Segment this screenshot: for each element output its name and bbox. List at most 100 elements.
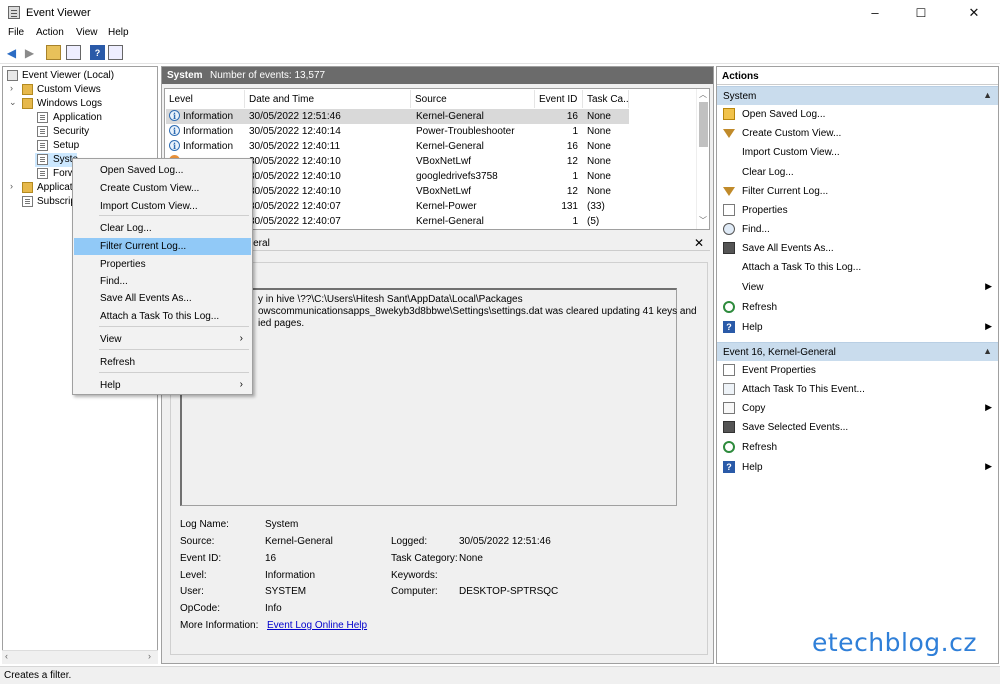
- action-label: Properties: [742, 205, 788, 216]
- action-create-custom-view[interactable]: Create Custom View...: [717, 124, 998, 143]
- tree-item-setup[interactable]: Setup: [53, 140, 79, 151]
- action-copy[interactable]: Copy ▶: [717, 399, 998, 418]
- context-menu-item[interactable]: Import Custom View...: [74, 198, 251, 215]
- status-text: Creates a filter.: [4, 670, 72, 681]
- action-save-selected-events[interactable]: Save Selected Events...: [717, 418, 998, 437]
- attach-task-icon: [723, 383, 735, 395]
- column-date-time[interactable]: Date and Time: [245, 90, 411, 108]
- scroll-up-icon[interactable]: ︿: [699, 89, 707, 100]
- tree-item-security[interactable]: Security: [53, 126, 89, 137]
- action-label: Event Properties: [742, 365, 816, 376]
- keywords-label: Keywords:: [391, 570, 438, 581]
- actions-section-system[interactable]: System ▲: [717, 86, 998, 105]
- action-refresh[interactable]: Refresh: [717, 298, 998, 317]
- help-icon[interactable]: ?: [90, 45, 105, 60]
- scroll-left-icon[interactable]: ‹: [5, 651, 8, 661]
- action-properties[interactable]: Properties: [717, 201, 998, 220]
- expand-arrow-icon[interactable]: ›: [10, 83, 13, 93]
- action-refresh[interactable]: Refresh: [717, 438, 998, 457]
- context-menu-item[interactable]: Attach a Task To this Log...: [74, 308, 251, 325]
- context-menu-item[interactable]: Create Custom View...: [74, 180, 251, 197]
- column-task-category[interactable]: Task Ca...: [583, 90, 629, 108]
- back-arrow-icon[interactable]: ◀: [4, 45, 19, 60]
- action-help[interactable]: ? Help ▶: [717, 458, 998, 477]
- action-event-properties[interactable]: Event Properties: [717, 361, 998, 380]
- scroll-right-icon[interactable]: ›: [148, 651, 151, 661]
- action-label: Import Custom View...: [742, 147, 840, 158]
- events-vertical-scrollbar[interactable]: ︿ ﹀: [696, 89, 709, 229]
- context-menu-item[interactable]: Clear Log...: [74, 220, 251, 237]
- tree-item-windows-logs[interactable]: Windows Logs: [37, 98, 102, 109]
- cell-source: Kernel-General: [416, 141, 484, 152]
- minimize-button[interactable]: –: [852, 0, 898, 25]
- action-open-saved-log[interactable]: Open Saved Log...: [717, 105, 998, 124]
- context-menu-item[interactable]: View ›: [74, 331, 251, 348]
- context-menu-item[interactable]: Save All Events As...: [74, 290, 251, 307]
- action-help[interactable]: ? Help ▶: [717, 318, 998, 337]
- subscriptions-icon: [22, 196, 33, 207]
- column-source[interactable]: Source: [411, 90, 535, 108]
- menu-view[interactable]: View: [76, 27, 98, 38]
- menu-file[interactable]: File: [8, 27, 24, 38]
- menu-help[interactable]: Help: [108, 27, 129, 38]
- event-log-online-help-link[interactable]: Event Log Online Help: [267, 620, 367, 631]
- collapse-arrow-icon[interactable]: ⌄: [9, 97, 17, 108]
- context-menu-item[interactable]: Help ›: [74, 377, 251, 394]
- submenu-arrow-icon: ›: [239, 333, 243, 344]
- action-view[interactable]: View ▶: [717, 278, 998, 297]
- action-label: Clear Log...: [742, 167, 794, 178]
- tree-item-application[interactable]: Application: [53, 112, 102, 123]
- table-row[interactable]: i Information 30/05/2022 12:40:14 Power-Tro…: [166, 124, 629, 139]
- context-menu-item[interactable]: Properties: [74, 256, 251, 273]
- expand-arrow-icon[interactable]: ›: [10, 181, 13, 191]
- context-menu-label: Filter Current Log...: [100, 241, 187, 252]
- scroll-down-icon[interactable]: ﹀: [699, 215, 707, 226]
- log-icon: [37, 126, 48, 137]
- show-hide-tree-icon[interactable]: [66, 45, 81, 60]
- context-menu-item[interactable]: Open Saved Log...: [74, 162, 251, 179]
- cell-task-category: None: [587, 141, 611, 152]
- show-action-pane-icon[interactable]: [108, 45, 123, 60]
- tree-item-apps-services[interactable]: Applicati: [37, 182, 75, 193]
- actions-section-event[interactable]: Event 16, Kernel-General ▲: [717, 342, 998, 361]
- tree-item-custom-views[interactable]: Custom Views: [37, 84, 101, 95]
- description-line: y in hive \??\C:\Users\Hitesh Sant\AppDa…: [258, 294, 523, 305]
- column-level[interactable]: Level: [165, 90, 245, 108]
- context-menu-item[interactable]: Filter Current Log...: [74, 238, 251, 255]
- action-attach-a-task-to-this-log[interactable]: Attach a Task To this Log...: [717, 258, 998, 277]
- menu-action[interactable]: Action: [36, 27, 64, 38]
- maximize-button[interactable]: ☐: [898, 0, 944, 25]
- action-import-custom-view[interactable]: Import Custom View...: [717, 143, 998, 162]
- event-id-label: Event ID:: [180, 553, 222, 564]
- tree-horizontal-scrollbar[interactable]: ‹ ›: [2, 650, 158, 664]
- close-button[interactable]: ✕: [951, 0, 997, 25]
- action-find[interactable]: Find...: [717, 220, 998, 239]
- table-row[interactable]: i Information 30/05/2022 12:40:11 Kernel-Ge…: [166, 139, 629, 154]
- scroll-thumb[interactable]: [699, 102, 708, 147]
- collapse-caret-icon[interactable]: ▲: [983, 90, 992, 100]
- event-viewer-app-icon: [8, 6, 20, 19]
- detail-close-icon[interactable]: ✕: [694, 236, 704, 250]
- action-save-all-events-as[interactable]: Save All Events As...: [717, 239, 998, 258]
- context-menu-item[interactable]: Refresh: [74, 354, 251, 371]
- computer-label: Computer:: [391, 586, 438, 597]
- cell-event-id: 12: [566, 156, 578, 167]
- section-title: System: [723, 91, 757, 102]
- description-line: ied pages.: [258, 318, 305, 329]
- action-attach-task-to-this-event[interactable]: Attach Task To This Event...: [717, 380, 998, 399]
- tree-item-root[interactable]: Event Viewer (Local): [22, 70, 114, 81]
- forward-arrow-icon[interactable]: ▶: [22, 45, 37, 60]
- folder-icon: [22, 182, 33, 193]
- action-clear-log[interactable]: Clear Log...: [717, 163, 998, 182]
- event-description[interactable]: y in hive \??\C:\Users\Hitesh Sant\AppDa…: [180, 288, 697, 506]
- action-filter-current-log[interactable]: Filter Current Log...: [717, 182, 998, 201]
- cell-source: Kernel-General: [416, 216, 484, 227]
- up-folder-icon[interactable]: [46, 45, 61, 60]
- column-event-id[interactable]: Event ID: [535, 90, 583, 108]
- cell-event-id: 131: [561, 201, 578, 212]
- log-name-header: System: [167, 70, 203, 81]
- collapse-caret-icon[interactable]: ▲: [983, 346, 992, 356]
- table-row[interactable]: i Information 30/05/2022 12:51:46 Kernel-Ge…: [166, 109, 629, 124]
- context-menu-item[interactable]: Find...: [74, 273, 251, 290]
- computer-value: DESKTOP-SPTRSQC: [459, 586, 559, 597]
